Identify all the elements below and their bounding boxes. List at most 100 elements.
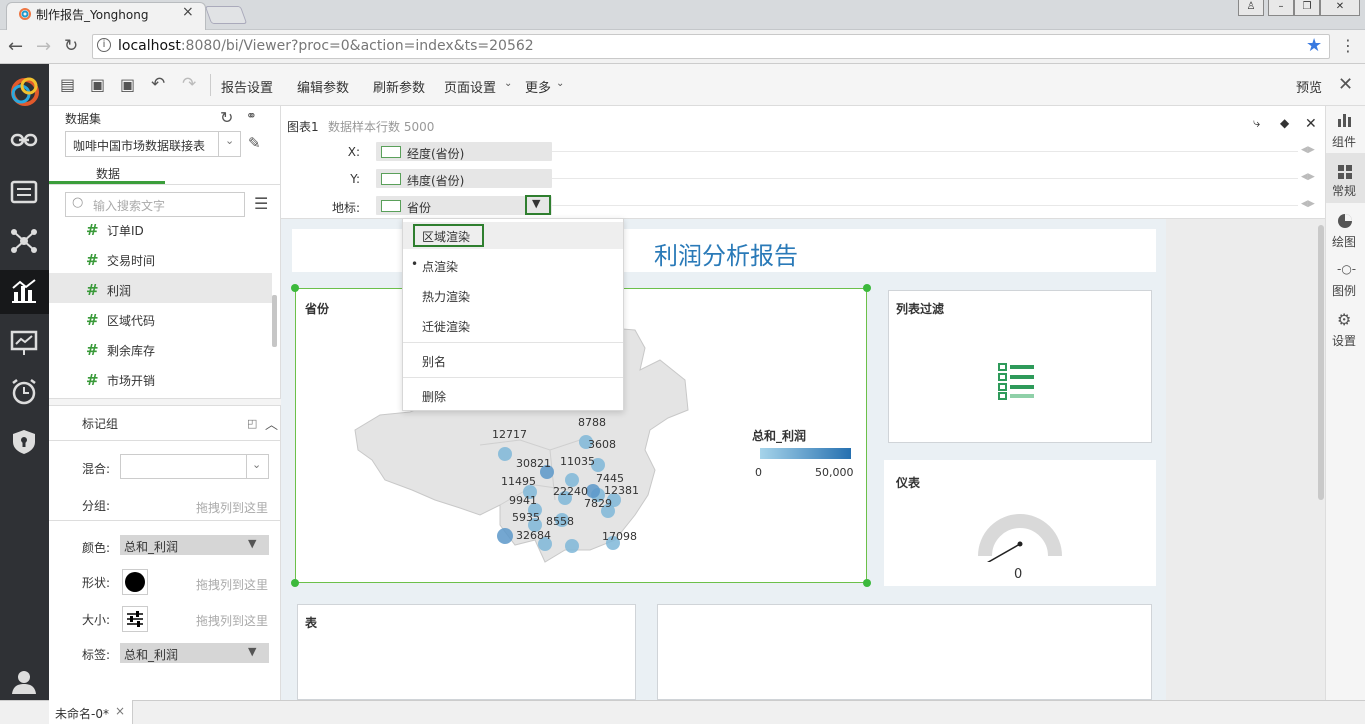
reload-icon[interactable]: ↻ bbox=[64, 36, 78, 56]
edit-params-button[interactable]: 编辑参数 bbox=[297, 77, 349, 96]
list-card-icon[interactable] bbox=[10, 180, 38, 204]
legend-max: 50,000 bbox=[815, 466, 854, 479]
pie-chart-icon[interactable] bbox=[1337, 213, 1353, 229]
menu-item-point-render[interactable]: 点渲染 bbox=[422, 258, 458, 275]
map-point[interactable] bbox=[497, 528, 513, 544]
refresh-params-button[interactable]: 刷新参数 bbox=[373, 77, 425, 96]
markgroup-settings-icon[interactable]: ◰ bbox=[247, 417, 257, 430]
resize-handle[interactable] bbox=[291, 284, 299, 292]
menu-item-delete[interactable]: 删除 bbox=[422, 388, 446, 405]
grid-icon[interactable] bbox=[1337, 164, 1353, 180]
undo-icon[interactable]: ↶ bbox=[151, 74, 165, 94]
gauge-arc bbox=[978, 514, 1062, 557]
forward-icon[interactable]: → bbox=[36, 36, 51, 57]
more-button[interactable]: 更多 bbox=[525, 77, 551, 96]
gauge-value: 0 bbox=[1014, 567, 1023, 582]
close-editor-icon[interactable]: ✕ bbox=[1338, 74, 1353, 95]
sidebar-item-legend[interactable]: 图例 bbox=[1332, 282, 1356, 299]
sidebar-item-draw[interactable]: 绘图 bbox=[1332, 233, 1356, 250]
menu-item-heat-render[interactable]: 热力渲染 bbox=[422, 288, 470, 305]
resize-handle[interactable] bbox=[291, 579, 299, 587]
field-item[interactable]: 利润 bbox=[107, 282, 131, 299]
resize-handle[interactable] bbox=[863, 284, 871, 292]
field-item[interactable]: 剩余库存 bbox=[107, 342, 155, 359]
map-label: 8788 bbox=[578, 416, 606, 429]
report-settings-button[interactable]: 报告设置 bbox=[221, 77, 273, 96]
shape-label: 形状: bbox=[82, 576, 111, 590]
report-chart-icon bbox=[12, 279, 36, 303]
link-icon[interactable] bbox=[10, 128, 38, 152]
close-binding-icon[interactable]: ✕ bbox=[1305, 116, 1317, 132]
network-icon[interactable] bbox=[10, 228, 38, 254]
move-arrows-icon[interactable]: ◀▶ bbox=[1301, 172, 1315, 182]
save-as-icon[interactable]: ▣ bbox=[120, 75, 135, 94]
color-binding-value: 总和_利润 bbox=[124, 540, 179, 554]
eraser-icon[interactable]: ◆ bbox=[1280, 116, 1289, 130]
measure-icon: # bbox=[86, 311, 99, 329]
tab-close-icon[interactable]: × bbox=[182, 4, 194, 20]
sidebar-item-general[interactable]: 常规 bbox=[1332, 182, 1356, 199]
field-item[interactable]: 区域代码 bbox=[107, 312, 155, 329]
link-dataset-icon[interactable]: ⚭ bbox=[246, 109, 257, 124]
presentation-icon[interactable] bbox=[10, 330, 38, 356]
new-tab-button[interactable] bbox=[204, 6, 248, 24]
caret-down-icon: ▼ bbox=[248, 645, 257, 658]
page-settings-button[interactable]: 页面设置 bbox=[444, 77, 496, 96]
edit-dataset-icon[interactable]: ✎ bbox=[248, 134, 261, 152]
menu-separator bbox=[403, 342, 623, 343]
table-card[interactable] bbox=[297, 604, 636, 700]
sidebar-item-settings[interactable]: 设置 bbox=[1332, 332, 1356, 349]
refresh-icon[interactable]: ↻ bbox=[220, 108, 233, 127]
map-point[interactable] bbox=[498, 447, 512, 461]
shield-icon[interactable] bbox=[11, 428, 37, 456]
tab-data[interactable]: 数据 bbox=[96, 165, 120, 182]
scrollbar-thumb[interactable] bbox=[272, 295, 277, 347]
splitter-handle[interactable] bbox=[49, 398, 281, 406]
canvas-scrollbar[interactable] bbox=[1318, 225, 1324, 500]
map-point[interactable] bbox=[586, 484, 600, 498]
chevron-up-icon[interactable]: ︿ bbox=[265, 414, 278, 433]
sidebar-item-components[interactable]: 组件 bbox=[1332, 133, 1356, 150]
gear-icon[interactable]: ⚙ bbox=[1337, 310, 1351, 329]
divider bbox=[49, 184, 281, 185]
size-drop-hint[interactable]: 拖拽列到这里 bbox=[196, 612, 268, 629]
redo-icon[interactable]: ↷ bbox=[182, 74, 196, 94]
alarm-clock-icon[interactable] bbox=[10, 378, 38, 406]
restore-icon[interactable]: ❐ bbox=[1294, 0, 1320, 16]
list-menu-icon[interactable]: ☰ bbox=[254, 194, 268, 213]
browser-menu-icon[interactable]: ⋮ bbox=[1340, 36, 1356, 55]
resize-handle[interactable] bbox=[863, 579, 871, 587]
back-icon[interactable]: ← bbox=[8, 36, 23, 57]
minimize-icon[interactable]: – bbox=[1268, 0, 1294, 16]
app-logo-icon[interactable] bbox=[5, 70, 45, 110]
legend-icon[interactable]: -○- bbox=[1337, 262, 1356, 276]
group-drop-hint[interactable]: 拖拽列到这里 bbox=[196, 499, 268, 516]
measure-icon: # bbox=[86, 341, 99, 359]
field-item[interactable]: 市场开销 bbox=[107, 372, 155, 389]
preview-button[interactable]: 预览 bbox=[1296, 77, 1322, 96]
search-placeholder: 输入搜索文字 bbox=[93, 199, 166, 213]
report-tab-close-icon[interactable]: × bbox=[115, 704, 125, 718]
move-arrows-icon[interactable]: ◀▶ bbox=[1301, 145, 1315, 155]
menu-item-alias[interactable]: 别名 bbox=[422, 353, 446, 370]
field-item[interactable]: 交易时间 bbox=[107, 252, 155, 269]
info-icon[interactable]: i bbox=[97, 38, 111, 52]
menu-item-migration-render[interactable]: 迁徙渲染 bbox=[422, 318, 470, 335]
select-divider bbox=[218, 131, 219, 157]
empty-card[interactable] bbox=[657, 604, 1152, 700]
bookmark-star-icon[interactable]: ★ bbox=[1306, 35, 1322, 56]
new-report-icon[interactable]: ▤ bbox=[60, 75, 75, 94]
select-divider bbox=[246, 454, 247, 479]
move-arrows-icon[interactable]: ◀▶ bbox=[1301, 199, 1315, 209]
measure-icon: # bbox=[86, 371, 99, 389]
user-icon[interactable]: ♙ bbox=[1238, 0, 1264, 16]
user-account-icon[interactable] bbox=[11, 668, 37, 694]
component-chart-icon[interactable] bbox=[1337, 113, 1353, 127]
shape-drop-hint[interactable]: 拖拽列到这里 bbox=[196, 576, 268, 593]
save-icon[interactable]: ▣ bbox=[90, 75, 105, 94]
swap-axes-icon[interactable]: ⤷ bbox=[1253, 116, 1260, 131]
window-close-icon[interactable]: ✕ bbox=[1320, 0, 1360, 16]
field-item[interactable]: 订单ID bbox=[107, 222, 144, 239]
menu-item-region-render[interactable]: 区域渲染 bbox=[422, 228, 470, 245]
map-point[interactable] bbox=[565, 539, 579, 553]
